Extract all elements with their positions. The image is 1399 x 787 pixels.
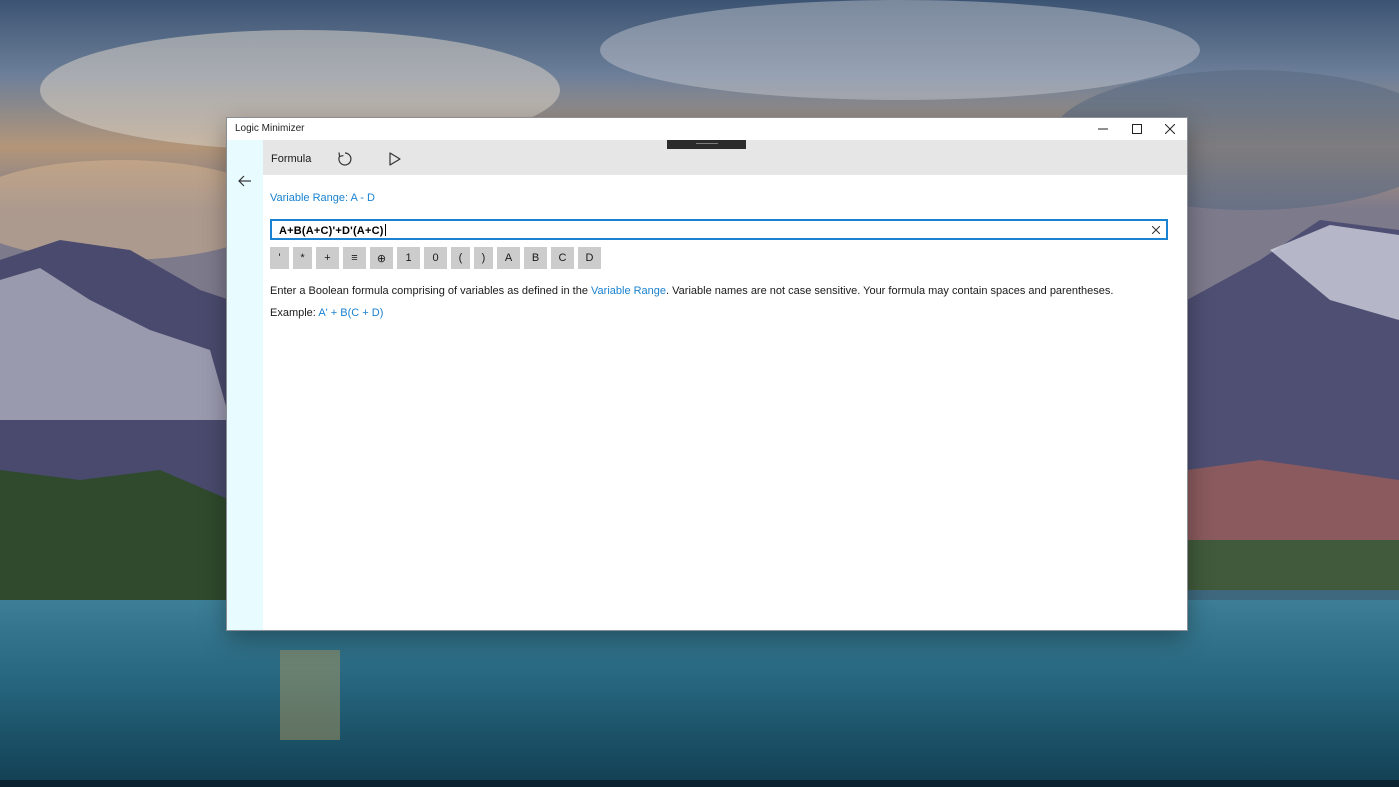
help-text-start: Enter a Boolean formula comprising of va… — [270, 285, 592, 297]
minimize-icon — [1098, 128, 1108, 130]
help-text: Enter a Boolean formula comprising of va… — [270, 285, 1113, 297]
key-c[interactable]: C — [551, 247, 574, 269]
symbol-keypad: ' * + ≡ ⊕ 1 0 ( ) A B C D — [270, 247, 601, 269]
play-icon — [389, 152, 401, 166]
variable-range-help-link[interactable]: Variable Range — [591, 285, 666, 297]
key-b[interactable]: B — [524, 247, 547, 269]
close-icon — [1165, 124, 1175, 134]
key-zero[interactable]: 0 — [424, 247, 447, 269]
example-text: Example: A' + B(C + D) — [270, 307, 383, 319]
key-xor[interactable]: ⊕ — [370, 247, 393, 269]
back-arrow-icon — [238, 175, 251, 187]
key-close-paren[interactable]: ) — [474, 247, 493, 269]
formula-text: A+B(A+C)'+D'(A+C) — [279, 225, 384, 237]
text-caret — [384, 224, 386, 236]
example-formula-link[interactable]: A' + B(C + D) — [318, 307, 383, 319]
variable-range-link[interactable]: Variable Range: A - D — [270, 192, 375, 204]
back-button[interactable] — [234, 170, 256, 192]
left-rail — [227, 140, 263, 630]
run-button[interactable] — [383, 147, 407, 171]
page-title: Formula — [271, 153, 312, 165]
key-d[interactable]: D — [578, 247, 601, 269]
clear-icon — [1152, 226, 1160, 234]
example-label: Example: — [270, 307, 319, 319]
key-equivalence[interactable]: ≡ — [343, 247, 366, 269]
key-open-paren[interactable]: ( — [451, 247, 470, 269]
close-button[interactable] — [1153, 118, 1187, 140]
maximize-button[interactable] — [1120, 118, 1154, 140]
grip-line — [696, 143, 718, 144]
key-apostrophe[interactable]: ' — [270, 247, 289, 269]
refresh-button[interactable] — [333, 147, 357, 171]
refresh-icon — [338, 152, 352, 166]
title-bar[interactable]: Logic Minimizer — [227, 118, 1187, 140]
formula-page: Variable Range: A - D A+B(A+C)'+D'(A+C) … — [263, 175, 1187, 630]
key-asterisk[interactable]: * — [293, 247, 312, 269]
clear-button[interactable] — [1149, 223, 1163, 237]
formula-value: A+B(A+C)'+D'(A+C) — [279, 224, 386, 237]
app-window: Logic Minimizer Formula Variable Range: … — [227, 118, 1187, 630]
minimize-button[interactable] — [1086, 118, 1120, 140]
formula-input[interactable]: A+B(A+C)'+D'(A+C) — [270, 219, 1168, 240]
window-title: Logic Minimizer — [235, 123, 305, 134]
maximize-icon — [1132, 124, 1142, 134]
drag-handle[interactable] — [667, 140, 746, 149]
help-text-end: . Variable names are not case sensitive.… — [666, 285, 1114, 297]
key-plus[interactable]: + — [316, 247, 339, 269]
key-a[interactable]: A — [497, 247, 520, 269]
key-one[interactable]: 1 — [397, 247, 420, 269]
